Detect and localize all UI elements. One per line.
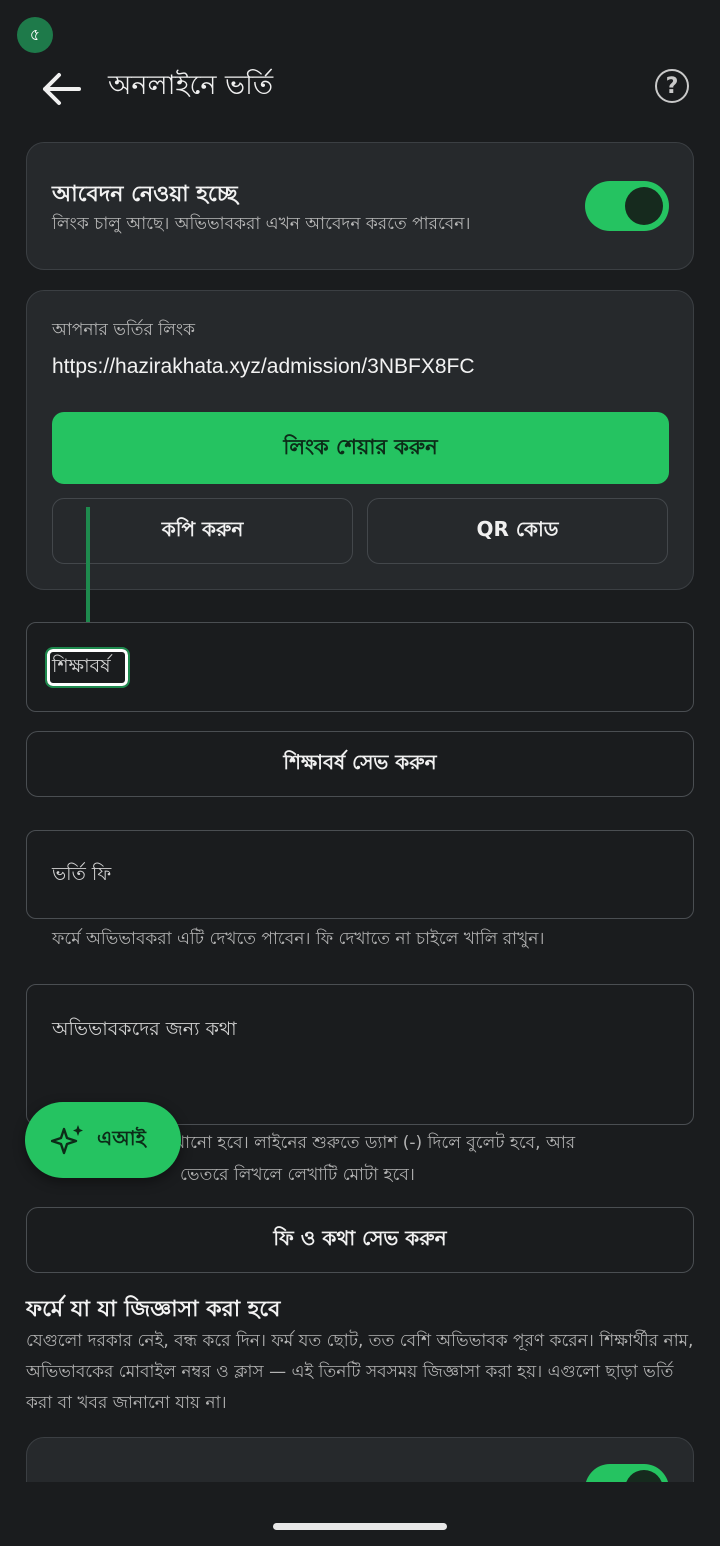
question-icon: ?	[665, 73, 679, 99]
help-button[interactable]: ?	[655, 69, 689, 103]
bottom-bar	[0, 1482, 720, 1546]
back-button[interactable]	[36, 64, 86, 114]
qr-code-button[interactable]: QR কোড	[367, 498, 668, 564]
note-helper-line2: ভেতরে লিখলে লেখাটি মোটা হবে।	[180, 1165, 415, 1185]
note-helper-line1: খানো হবে। লাইনের শুরুতে ড্যাশ (-) দিলে ব…	[174, 1133, 576, 1153]
share-link-button[interactable]: লিংক শেয়ার করুন	[52, 412, 669, 484]
parent-note-placeholder: অভিভাবকদের জন্য কথা	[52, 1018, 237, 1040]
applications-card: আবেদন নেওয়া হচ্ছে লিংক চালু আছে। অভিভাব…	[26, 142, 694, 270]
page-title: অনলাইনে ভর্তি	[108, 70, 274, 101]
link-card: আপনার ভর্তির লিংক https://hazirakhata.xy…	[26, 290, 694, 590]
applications-toggle[interactable]	[585, 181, 669, 231]
status-avatar: ৫	[17, 17, 53, 53]
save-fee-note-button[interactable]: ফি ও কথা সেভ করুন	[26, 1207, 694, 1273]
questions-description: যেগুলো দরকার নেই, বন্ধ করে দিন। ফর্ম যত …	[26, 1331, 694, 1413]
sparkle-icon	[51, 1125, 83, 1155]
admission-url: https://hazirakhata.xyz/admission/3NBFX8…	[52, 355, 475, 378]
admission-fee-placeholder: ভর্তি ফি	[52, 863, 112, 885]
link-label: আপনার ভর্তির লিংক	[52, 320, 195, 340]
questions-title: ফর্মে যা যা জিজ্ঞাসা করা হবে	[26, 1297, 281, 1322]
arrow-left-icon	[43, 73, 81, 105]
save-academic-year-button[interactable]: শিক্ষাবর্ষ সেভ করুন	[26, 731, 694, 797]
fee-helper-text: ফর্মে অভিভাবকরা এটি দেখতে পাবেন। ফি দেখা…	[52, 929, 545, 949]
applications-subtitle: লিংক চালু আছে। অভিভাবকরা এখন আবেদন করতে …	[52, 214, 471, 234]
admission-fee-field[interactable]: ভর্তি ফি	[26, 830, 694, 919]
highlight-box	[45, 647, 130, 688]
home-indicator[interactable]	[273, 1523, 447, 1530]
ai-fab-button[interactable]: এআই	[25, 1102, 181, 1178]
ai-fab-label: এআই	[97, 1125, 146, 1150]
applications-title: আবেদন নেওয়া হচ্ছে	[52, 182, 238, 207]
